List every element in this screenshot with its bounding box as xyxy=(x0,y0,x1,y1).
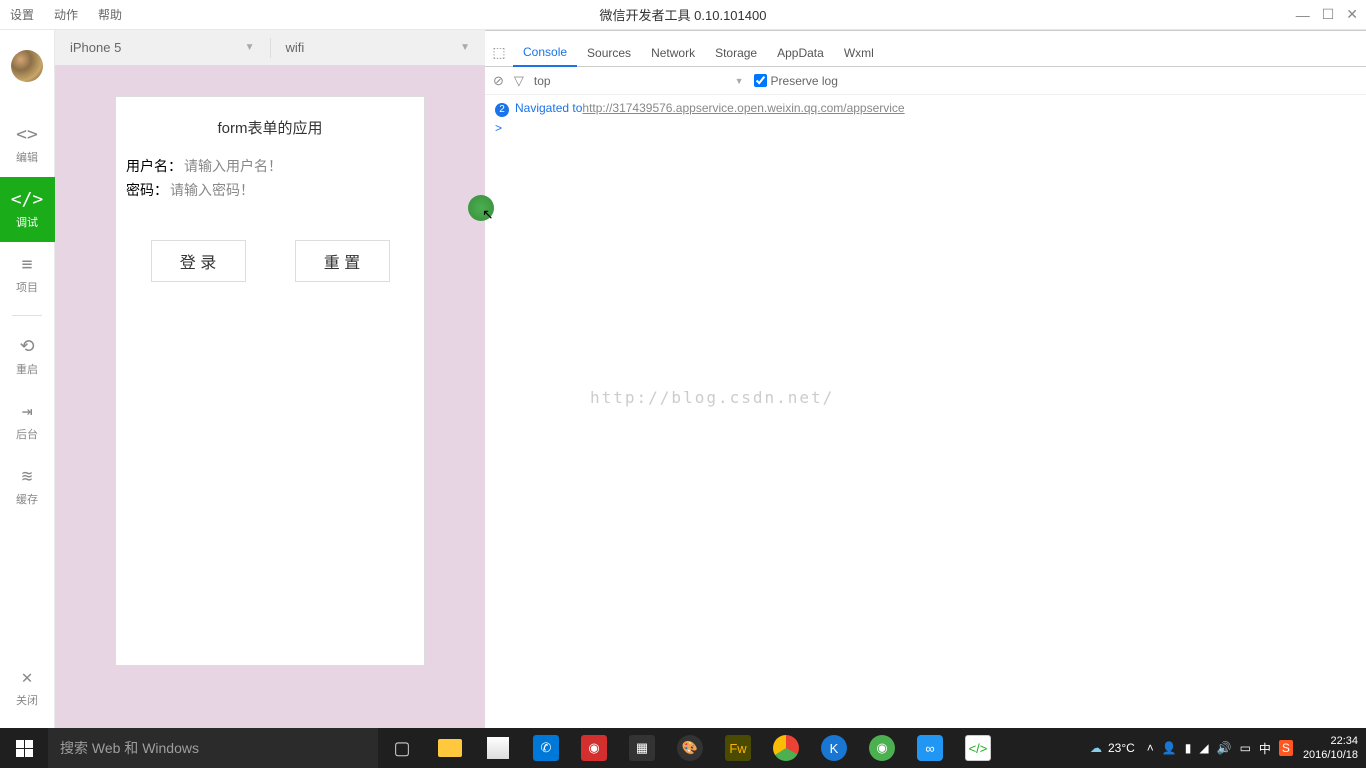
maximize-icon[interactable]: ☐ xyxy=(1322,6,1335,23)
login-button[interactable]: 登 录 xyxy=(151,240,246,282)
store-icon[interactable] xyxy=(474,728,522,768)
cursor-icon: ↖ xyxy=(482,206,494,223)
devtools-tabs: ⬚ Console Sources Network Storage AppDat… xyxy=(485,39,1366,67)
search-input[interactable]: 搜索 Web 和 Windows xyxy=(48,728,378,768)
sidebar-restart[interactable]: ⟲ 重启 xyxy=(0,324,55,389)
password-row: 密码： 请输入密码！ xyxy=(126,180,414,200)
system-tray: ☁ 23°C ˄ 👤 ▮ ◢ 🔊 ▭ 中 S 22:34 2016/10/18 xyxy=(1090,734,1366,762)
reset-button[interactable]: 重 置 xyxy=(295,240,390,282)
sidebar-debug[interactable]: </> 调试 xyxy=(0,177,55,242)
phone-preview: form表单的应用 用户名： 请输入用户名！ 密码： 请输入密码！ 登 录 重 … xyxy=(115,96,425,666)
clear-icon[interactable]: ⊘ xyxy=(493,73,504,89)
inspect-icon[interactable]: ⬚ xyxy=(485,44,513,61)
clock[interactable]: 22:34 2016/10/18 xyxy=(1303,734,1358,762)
debug-icon: </> xyxy=(11,189,44,210)
username-input[interactable]: 请输入用户名！ xyxy=(184,156,282,176)
sidebar-edit[interactable]: <> 编辑 xyxy=(0,112,55,177)
devtools-panel: ⬚ Console Sources Network Storage AppDat… xyxy=(485,30,1366,728)
minimize-icon[interactable]: — xyxy=(1296,7,1310,23)
simulator-toolbar: iPhone 5 ▼ wifi ▼ xyxy=(55,30,485,66)
explorer-icon[interactable] xyxy=(426,728,474,768)
menu-help[interactable]: 帮助 xyxy=(98,6,122,23)
password-label: 密码： xyxy=(126,180,168,200)
preserve-log-checkbox[interactable]: Preserve log xyxy=(754,74,838,88)
nav-text: Navigated to xyxy=(515,101,582,115)
taskbar: 搜索 Web 和 Windows ▢ ✆ ◉ ▦ 🎨 Fw K ◉ ∞ </> … xyxy=(0,728,1366,768)
tray-volume-icon[interactable]: 🔊 xyxy=(1217,741,1232,755)
tab-console[interactable]: Console xyxy=(513,39,577,67)
console-filter-bar: ⊘ ▽ top ▼ Preserve log xyxy=(485,67,1366,95)
paint-icon[interactable]: 🎨 xyxy=(666,728,714,768)
start-button[interactable] xyxy=(0,728,48,768)
tab-appdata[interactable]: AppData xyxy=(767,39,834,67)
avatar[interactable] xyxy=(11,50,43,82)
windows-icon xyxy=(16,740,33,757)
close-icon[interactable]: ✕ xyxy=(1346,6,1358,23)
app-title: form表单的应用 xyxy=(126,117,414,138)
info-badge-icon: 2 xyxy=(495,103,509,117)
divider xyxy=(12,315,42,316)
tray-wifi-icon[interactable]: ◢ xyxy=(1199,741,1208,755)
tab-wxml[interactable]: Wxml xyxy=(834,39,884,67)
tab-storage[interactable]: Storage xyxy=(705,39,767,67)
console-prompt[interactable]: > xyxy=(495,121,1356,135)
app-icon-2[interactable]: ◉ xyxy=(570,728,618,768)
window-title: 微信开发者工具 0.10.101400 xyxy=(600,5,767,24)
app-icon-1[interactable]: ✆ xyxy=(522,728,570,768)
simulator-panel: iPhone 5 ▼ wifi ▼ form表单的应用 用户名： 请输入用户名！… xyxy=(55,30,485,728)
sidebar-cache[interactable]: ≋ 缓存 xyxy=(0,454,55,519)
watermark: http://blog.csdn.net/ xyxy=(590,388,834,407)
chevron-down-icon: ▼ xyxy=(735,76,744,86)
restart-icon: ⟲ xyxy=(19,336,34,357)
chrome-icon[interactable] xyxy=(762,728,810,768)
device-select[interactable]: iPhone 5 ▼ xyxy=(55,40,270,55)
temperature[interactable]: 23°C xyxy=(1108,741,1135,755)
devtools-taskbar-icon[interactable]: </> xyxy=(954,728,1002,768)
layers-icon: ≋ xyxy=(22,466,33,487)
filter-icon[interactable]: ▽ xyxy=(514,73,524,89)
chevron-down-icon: ▼ xyxy=(245,42,255,53)
nav-url[interactable]: http://317439576.appservice.open.weixin.… xyxy=(582,101,904,115)
button-row: 登 录 重 置 xyxy=(126,240,414,282)
sidebar-project[interactable]: ≡ 项目 xyxy=(0,242,55,307)
tray-ime-icon[interactable]: 中 xyxy=(1259,740,1271,757)
tab-network[interactable]: Network xyxy=(641,39,705,67)
password-input[interactable]: 请输入密码！ xyxy=(170,180,254,200)
username-row: 用户名： 请输入用户名！ xyxy=(126,156,414,176)
tray-chevron-icon[interactable]: ˄ xyxy=(1147,741,1154,755)
sidebar-background[interactable]: ⇥ 后台 xyxy=(0,389,55,454)
tray-notification-icon[interactable]: ▭ xyxy=(1240,741,1251,755)
close-x-icon: ✕ xyxy=(22,667,33,688)
menu-actions[interactable]: 动作 xyxy=(54,6,78,23)
menu-lines-icon: ≡ xyxy=(22,254,33,275)
username-label: 用户名： xyxy=(126,156,182,176)
console-output: 2 Navigated to http://317439576.appservi… xyxy=(485,95,1366,141)
tab-sources[interactable]: Sources xyxy=(577,39,641,67)
app-icon-cloud[interactable]: ∞ xyxy=(906,728,954,768)
sidebar-close[interactable]: ✕ 关闭 xyxy=(0,655,55,728)
tray-people-icon[interactable]: 👤 xyxy=(1162,741,1177,755)
menubar: 设置 动作 帮助 微信开发者工具 0.10.101400 — ☐ ✕ xyxy=(0,0,1366,30)
app-icon-green[interactable]: ◉ xyxy=(858,728,906,768)
window-controls: — ☐ ✕ xyxy=(1296,6,1358,23)
tray-sogou-icon[interactable]: S xyxy=(1279,740,1293,756)
calculator-icon[interactable]: ▦ xyxy=(618,728,666,768)
fireworks-icon[interactable]: Fw xyxy=(714,728,762,768)
taskview-icon[interactable]: ▢ xyxy=(378,728,426,768)
context-select[interactable]: top ▼ xyxy=(534,74,744,88)
console-message: 2 Navigated to http://317439576.appservi… xyxy=(495,101,1356,117)
sidebar: <> 编辑 </> 调试 ≡ 项目 ⟲ 重启 ⇥ 后台 ≋ 缓存 ✕ 关闭 xyxy=(0,30,55,728)
app-icon-k[interactable]: K xyxy=(810,728,858,768)
time: 22:34 xyxy=(1303,734,1358,748)
task-icons: ▢ ✆ ◉ ▦ 🎨 Fw K ◉ ∞ </> xyxy=(378,728,1002,768)
menu-settings[interactable]: 设置 xyxy=(10,6,34,23)
tray-battery-icon[interactable]: ▮ xyxy=(1185,741,1192,755)
network-select[interactable]: wifi ▼ xyxy=(271,40,486,55)
date: 2016/10/18 xyxy=(1303,748,1358,762)
weather-icon[interactable]: ☁ xyxy=(1090,741,1102,755)
chevron-down-icon: ▼ xyxy=(460,42,470,53)
code-icon: <> xyxy=(16,124,38,145)
split-icon: ⇥ xyxy=(22,401,33,422)
